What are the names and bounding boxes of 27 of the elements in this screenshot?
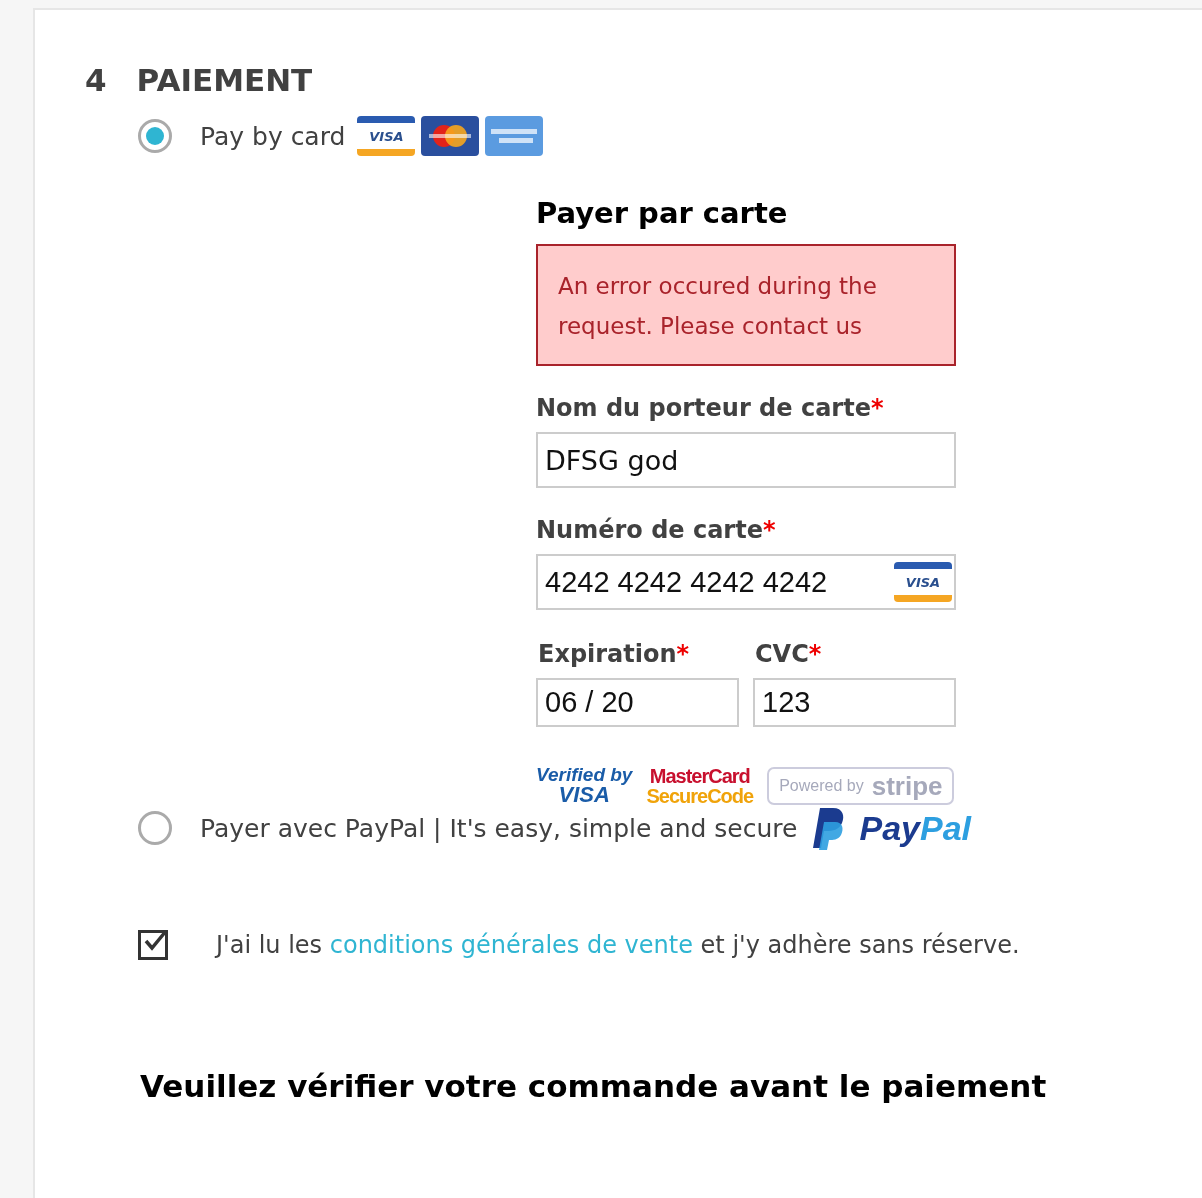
section-title: PAIEMENT bbox=[136, 62, 313, 98]
field-label: Numéro de carte* bbox=[536, 516, 777, 544]
option-label[interactable]: Pay by card bbox=[200, 121, 346, 151]
card-icon bbox=[485, 116, 544, 156]
stripe-badge: Powered by stripe bbox=[767, 766, 955, 805]
input-field[interactable]: 06 / 20 bbox=[536, 678, 739, 727]
terms-text: J'ai lu les conditions générales de vente et j'y adhère sans réserve. bbox=[216, 931, 1020, 959]
card-circles-icon bbox=[421, 116, 480, 156]
verified-logo-text: Verified by VISA bbox=[536, 765, 633, 806]
visa-card-icon: VISA bbox=[894, 562, 952, 602]
checkbox[interactable] bbox=[138, 930, 168, 960]
input-field[interactable]: 4242 4242 4242 4242 VISA bbox=[536, 554, 956, 610]
input-field[interactable]: DFSG god bbox=[536, 432, 956, 488]
input-field[interactable]: 123 bbox=[753, 678, 956, 727]
radio-button[interactable] bbox=[138, 811, 172, 845]
paypal-logo: PayPal bbox=[859, 808, 971, 848]
field-label: Nom du porteur de carte* bbox=[536, 394, 885, 422]
step-number: 4 bbox=[85, 62, 107, 98]
visa-card-icon: VISA bbox=[357, 116, 416, 156]
securecode-logo-text: MasterCard SecureCode bbox=[646, 765, 754, 806]
review-heading: Veuillez vérifier votre commande avant le paiement bbox=[140, 1068, 1048, 1104]
error-message: An error occured during the request. Please contact us bbox=[536, 244, 956, 366]
form-title: Payer par carte bbox=[536, 196, 789, 230]
radio-button[interactable] bbox=[138, 119, 172, 153]
field-label: CVC* bbox=[755, 640, 823, 668]
option-label[interactable]: Payer avec PayPal | It's easy, simple and secure bbox=[200, 813, 798, 843]
field-label: Expiration* bbox=[538, 640, 691, 668]
